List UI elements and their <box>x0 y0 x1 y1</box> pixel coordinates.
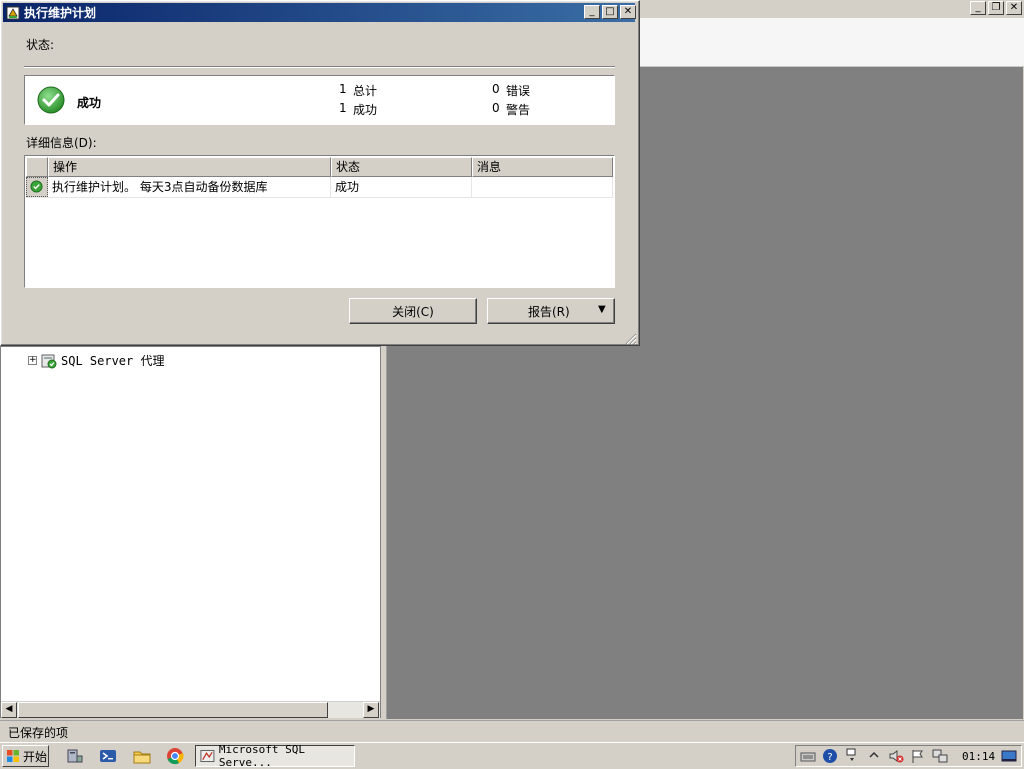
expand-icon[interactable]: + <box>28 356 37 365</box>
status-bar: 已保存的项 <box>0 720 1024 742</box>
error-count: 0 <box>492 82 500 96</box>
chrome-icon[interactable] <box>166 747 184 765</box>
row-header-cell <box>26 157 48 177</box>
tree-horizontal-scrollbar[interactable]: ◀ ▶ <box>1 701 380 718</box>
network-icon[interactable] <box>932 748 948 764</box>
table-header: 操作 状态 消息 <box>26 157 613 177</box>
windows-logo-icon <box>7 750 19 762</box>
cell-status: 成功 <box>331 177 472 197</box>
success-check-icon <box>30 180 43 193</box>
scroll-thumb[interactable] <box>18 702 328 718</box>
dialog-minimize-button[interactable]: _ <box>584 5 600 19</box>
dialog-close-button[interactable]: ✕ <box>620 5 636 19</box>
report-button[interactable]: 报告(R) ▼ <box>487 298 615 324</box>
app-window-controls: _ ❐ ✕ <box>970 1 1022 15</box>
app-close-button[interactable]: ✕ <box>1006 1 1022 15</box>
sql-agent-icon <box>41 354 57 368</box>
taskbar: 开始 Microsoft SQL Serve... ? 01:14 <box>0 742 1024 769</box>
divider <box>24 66 615 68</box>
status-text: 已保存的项 <box>8 726 69 740</box>
execute-maintenance-plan-dialog: 执行维护计划 _ □ ✕ 状态: 成功 1 总计 1 成功 0 错误 0 警告 … <box>0 0 640 346</box>
success-label: 成功 <box>353 103 378 117</box>
taskbar-item-ssms[interactable]: Microsoft SQL Serve... <box>195 743 355 769</box>
svg-text:?: ? <box>827 752 832 763</box>
dialog-window-controls: _ □ ✕ <box>584 5 636 19</box>
tree-item-label: SQL Server 代理 <box>61 354 165 368</box>
task-button-label: Microsoft SQL Serve... <box>218 743 305 769</box>
summary-panel: 成功 1 总计 1 成功 0 错误 0 警告 <box>24 75 615 125</box>
system-tray: ? 01:14 <box>795 745 1022 767</box>
details-table[interactable]: 操作 状态 消息 执行维护计划。 每天3点自动备份数据库 成功 <box>24 155 615 288</box>
start-label: 开始 <box>23 749 48 764</box>
success-count: 1 <box>339 101 347 115</box>
resize-grip-icon[interactable] <box>623 331 637 345</box>
close-button-label: 关闭(C) <box>392 304 434 319</box>
start-button[interactable]: 开始 <box>2 745 49 767</box>
table-row[interactable]: 执行维护计划。 每天3点自动备份数据库 成功 <box>26 177 613 198</box>
dialog-maximize-button[interactable]: □ <box>602 5 618 19</box>
warning-count: 0 <box>492 101 500 115</box>
dialog-titlebar[interactable]: 执行维护计划 <box>3 3 635 22</box>
app-restore-button[interactable]: ❐ <box>988 1 1004 15</box>
maintenance-plan-icon <box>6 6 20 19</box>
warning-label: 警告 <box>506 103 531 117</box>
close-button[interactable]: 关闭(C) <box>349 298 477 324</box>
scroll-right-button[interactable]: ▶ <box>363 702 379 718</box>
scroll-left-button[interactable]: ◀ <box>1 702 17 718</box>
row-status-cell <box>26 177 48 197</box>
show-desktop-icon[interactable] <box>1001 748 1017 764</box>
total-count: 1 <box>339 82 347 96</box>
overall-result: 成功 <box>77 96 102 110</box>
cell-action: 执行维护计划。 每天3点自动备份数据库 <box>48 177 331 197</box>
dialog-title: 执行维护计划 <box>24 6 97 20</box>
total-label: 总计 <box>353 84 378 98</box>
details-heading: 详细信息(D): <box>26 136 97 150</box>
volume-muted-icon[interactable] <box>888 748 904 764</box>
report-button-label: 报告(R) <box>528 304 570 319</box>
dropdown-arrow-icon[interactable]: ▼ <box>598 304 606 315</box>
action-center-flag-icon[interactable] <box>910 748 926 764</box>
keyboard-icon[interactable] <box>800 748 816 764</box>
status-heading: 状态: <box>26 38 55 52</box>
clock[interactable]: 01:14 <box>962 750 995 763</box>
error-label: 错误 <box>506 84 531 98</box>
toolbar-strip <box>640 18 1024 67</box>
column-header-action[interactable]: 操作 <box>48 157 331 177</box>
column-header-message[interactable]: 消息 <box>472 157 613 177</box>
file-explorer-icon[interactable] <box>133 747 151 765</box>
cell-message <box>472 177 613 197</box>
app-minimize-button[interactable]: _ <box>970 1 986 15</box>
server-manager-icon[interactable] <box>66 747 84 765</box>
powershell-icon[interactable] <box>99 747 117 765</box>
help-icon[interactable]: ? <box>822 748 838 764</box>
column-header-status[interactable]: 状态 <box>331 157 472 177</box>
ssms-icon <box>200 749 215 763</box>
object-explorer-tree[interactable] <box>0 346 381 718</box>
success-check-icon <box>37 86 65 114</box>
chevron-up-icon[interactable] <box>866 748 882 764</box>
tree-item-sql-agent[interactable]: + SQL Server 代理 <box>28 352 164 369</box>
input-method-icon[interactable] <box>844 748 860 764</box>
